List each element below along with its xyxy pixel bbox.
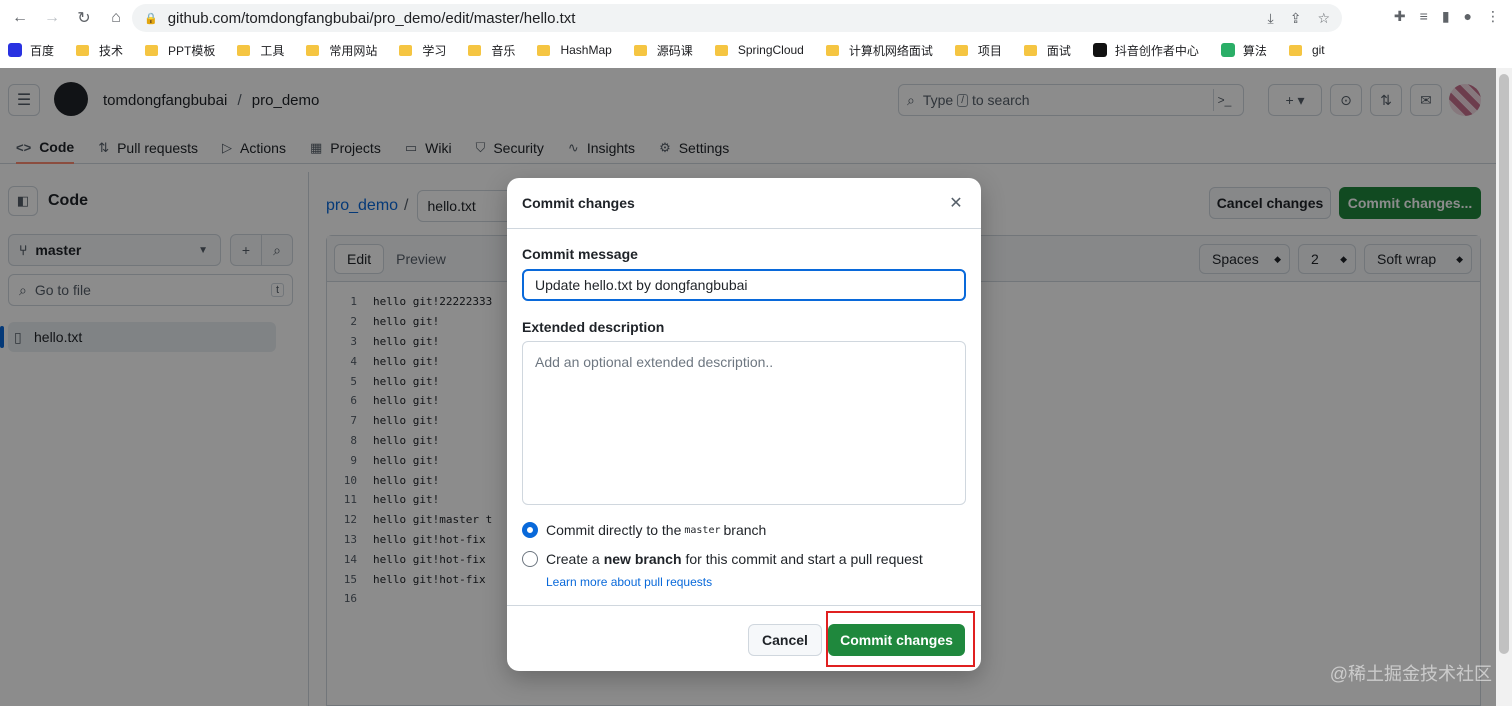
folder-icon xyxy=(537,44,551,56)
bookmark-item[interactable]: 源码课 xyxy=(633,42,693,59)
extensions-icon[interactable]: ✚ xyxy=(1394,8,1406,25)
profile-icon[interactable]: ● xyxy=(1464,8,1472,25)
dialog-title: Commit changes xyxy=(522,195,635,211)
commit-dialog: Commit changes ✕ Commit message Update h… xyxy=(507,178,981,671)
back-icon[interactable]: ← xyxy=(8,6,32,30)
bookmark-item[interactable]: SpringCloud xyxy=(714,43,804,57)
browser-toolbar: ← → ↻ ⌂ 🔒 github.com/tomdongfangbubai/pr… xyxy=(0,0,1512,36)
reading-list-icon[interactable]: ≡ xyxy=(1420,8,1428,25)
bookmarks-bar: 百度 技术 PPT模板 工具 常用网站 学习 音乐 HashMap 源码课 SpringCloud… xyxy=(0,36,1512,64)
cancel-button[interactable]: Cancel xyxy=(748,624,822,656)
bookmark-item[interactable]: HashMap xyxy=(537,43,612,57)
extended-description-textarea[interactable]: Add an optional extended description.. xyxy=(522,341,966,505)
folder-icon xyxy=(399,44,413,56)
bookmark-item[interactable]: 算法 xyxy=(1220,42,1267,59)
folder-icon xyxy=(825,44,839,56)
bookmark-item[interactable]: git xyxy=(1288,43,1325,57)
home-icon[interactable]: ⌂ xyxy=(104,6,128,30)
folder-icon xyxy=(714,44,728,56)
folder-icon xyxy=(1288,44,1302,56)
url-text: github.com/tomdongfangbubai/pro_demo/edi… xyxy=(167,9,576,27)
baidu-icon xyxy=(8,43,22,57)
page-scrollbar[interactable] xyxy=(1496,68,1512,706)
highlight-annotation xyxy=(826,611,975,667)
new-branch-option[interactable]: Create a new branch for this commit and … xyxy=(522,551,923,567)
dialog-header: Commit changes ✕ xyxy=(507,178,981,229)
folder-icon xyxy=(633,44,647,56)
close-icon[interactable]: ✕ xyxy=(945,192,967,214)
folder-icon xyxy=(145,44,159,56)
commit-direct-option[interactable]: Commit directly to the master branch xyxy=(522,522,766,538)
bookmark-item[interactable]: 项目 xyxy=(954,42,1002,59)
folder-icon xyxy=(76,44,90,56)
scroll-thumb[interactable] xyxy=(1499,74,1509,654)
reload-icon[interactable]: ↻ xyxy=(72,6,96,30)
bookmark-item[interactable]: 学习 xyxy=(399,42,446,59)
bookmark-item[interactable]: 计算机网络面试 xyxy=(825,42,933,59)
bookmark-item[interactable]: 常用网站 xyxy=(306,42,377,59)
watermark: @稀土掘金技术社区 xyxy=(1329,664,1492,684)
folder-icon xyxy=(1023,44,1037,56)
bookmark-item[interactable]: 百度 xyxy=(8,42,54,59)
bookmark-item[interactable]: 面试 xyxy=(1023,42,1071,59)
install-icon[interactable]: ⤓ xyxy=(1268,10,1274,27)
commit-message-label: Commit message xyxy=(522,246,638,262)
branch-name: master xyxy=(684,524,721,536)
bookmark-item[interactable]: 工具 xyxy=(237,42,284,59)
folder-icon xyxy=(306,44,320,56)
forward-icon[interactable]: → xyxy=(40,6,64,30)
extended-description-label: Extended description xyxy=(522,319,665,335)
lock-icon: 🔒 xyxy=(144,12,158,25)
menu-icon[interactable]: ⋮ xyxy=(1486,8,1500,25)
share-icon[interactable]: ⇪ xyxy=(1290,10,1302,27)
address-bar[interactable]: 🔒 github.com/tomdongfangbubai/pro_demo/e… xyxy=(132,4,1342,32)
bookmark-item[interactable]: 音乐 xyxy=(468,42,515,59)
commit-message-input[interactable]: Update hello.txt by dongfangbubai xyxy=(522,269,966,301)
wechat-icon xyxy=(1220,43,1235,57)
bookmark-item[interactable]: PPT模板 xyxy=(145,42,215,59)
radio-checked-icon[interactable] xyxy=(522,522,538,538)
side-panel-icon[interactable]: ▮ xyxy=(1442,8,1450,25)
bookmark-item[interactable]: 抖音创作者中心 xyxy=(1092,42,1199,59)
star-icon[interactable]: ☆ xyxy=(1317,10,1330,27)
learn-more-link[interactable]: Learn more about pull requests xyxy=(546,575,712,589)
folder-icon xyxy=(954,44,968,56)
folder-icon xyxy=(237,44,251,56)
tiktok-icon xyxy=(1092,43,1107,57)
bookmark-item[interactable]: 技术 xyxy=(76,42,123,59)
radio-unchecked-icon[interactable] xyxy=(522,551,538,567)
folder-icon xyxy=(468,44,482,56)
